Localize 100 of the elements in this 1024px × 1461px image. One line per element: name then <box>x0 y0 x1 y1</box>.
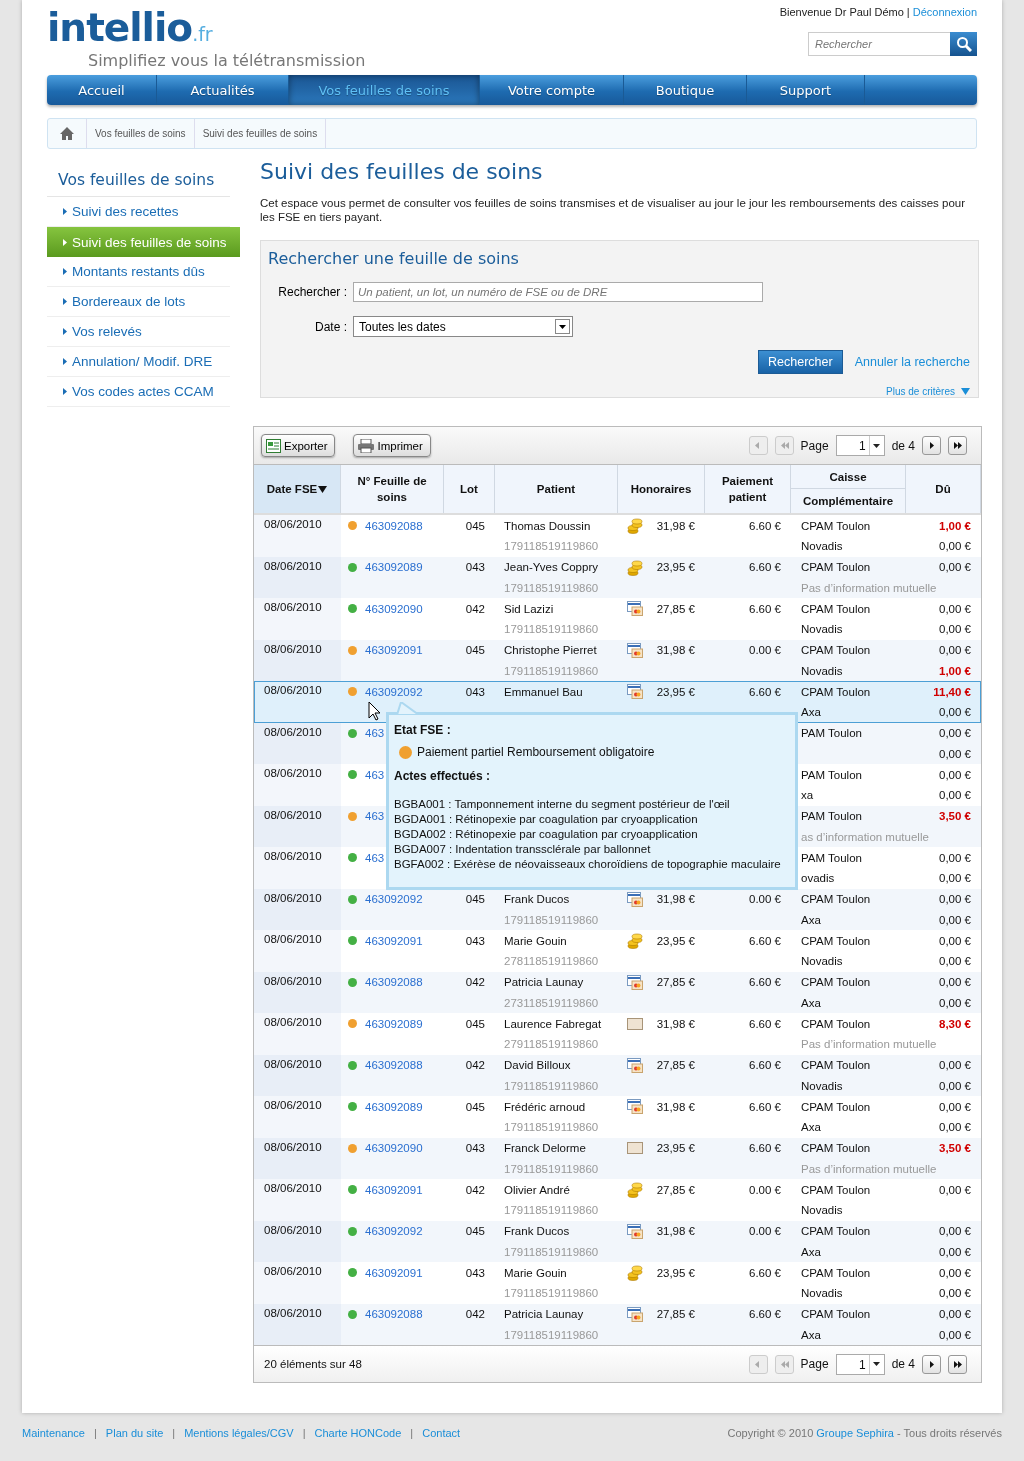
search-button[interactable] <box>950 32 977 56</box>
fees-cell: 27,85 € <box>656 1059 695 1071</box>
column-header[interactable]: Patient <box>495 465 618 513</box>
last-page-button[interactable] <box>948 1354 967 1374</box>
patient-name: Olivier André <box>504 1183 570 1196</box>
sheet-number-link[interactable]: 463 <box>365 768 385 781</box>
payment-cell: 6.60 € <box>749 934 781 947</box>
logout-link[interactable]: Déconnexion <box>912 6 977 18</box>
sheet-number-link[interactable]: 463092088 <box>365 976 423 988</box>
footer-link[interactable]: Maintenance <box>22 1427 85 1439</box>
lot-cell: 045 <box>465 893 485 905</box>
triangle-icon <box>63 238 67 246</box>
sheet-number-link[interactable]: 463092092 <box>365 893 423 905</box>
next-page-button[interactable] <box>922 1354 941 1374</box>
nav-tab[interactable]: Votre compte <box>480 75 624 105</box>
welcome-text: Bienvenue Dr Paul Démo <box>779 6 904 18</box>
page-select[interactable]: 1 <box>835 1353 885 1375</box>
footer-link[interactable]: Plan du site <box>105 1427 164 1439</box>
sheet-number-link[interactable]: 463 <box>365 851 385 864</box>
date-cell: 08/06/2010 <box>264 642 322 655</box>
amount-due: 1,00 € <box>939 664 971 677</box>
lot-cell: 043 <box>465 1266 485 1279</box>
sidebar-link[interactable]: Montants restants dûs <box>47 257 230 287</box>
column-header[interactable]: N° Feuille de soins <box>341 465 444 513</box>
breadcrumb-link[interactable]: Vos feuilles de soins <box>87 119 195 148</box>
sidebar-link[interactable]: Suivi des feuilles de soins <box>47 227 240 257</box>
date-cell: 08/06/2010 <box>264 891 322 904</box>
nav-tab[interactable]: Accueil <box>47 75 157 105</box>
amount-due: 0,00 € <box>939 976 971 988</box>
column-header[interactable]: Complémentaire <box>791 489 906 513</box>
logo[interactable]: intellio.fr <box>47 8 366 47</box>
date-cell: 08/06/2010 <box>264 518 322 530</box>
breadcrumb-link[interactable]: Suivi des feuilles de soins <box>194 119 327 148</box>
next-page-button[interactable] <box>922 436 941 455</box>
triangle-icon <box>63 358 67 365</box>
lot-cell: 043 <box>465 934 485 947</box>
sheet-number-link[interactable]: 463092092 <box>365 685 423 698</box>
coins-icon <box>627 517 643 534</box>
patient-id: 179118519119860 <box>504 1162 599 1175</box>
search-button[interactable]: Rechercher <box>758 350 843 374</box>
sheet-number-link[interactable]: 463092089 <box>365 1017 423 1030</box>
sidebar-link[interactable]: Vos codes actes CCAM <box>47 377 230 407</box>
insurer-cell: Axa <box>801 913 821 926</box>
footer-link[interactable]: Charte HONCode <box>314 1427 402 1439</box>
export-button[interactable]: Exporter <box>261 434 336 457</box>
sidebar-link[interactable]: Vos relevés <box>47 317 230 347</box>
insurer-cell: PAM Toulon <box>801 768 862 781</box>
nav-tab[interactable]: Vos feuilles de soins <box>289 75 480 105</box>
tagline: Simplifiez vous la télétransmission <box>88 51 366 70</box>
sheet-number-link[interactable]: 463092090 <box>365 1142 423 1154</box>
column-header[interactable]: Date FSE <box>254 465 341 513</box>
patient-id: 179118519119860 <box>504 1328 599 1341</box>
amount-due: 0,00 € <box>939 602 971 615</box>
sheet-number-link[interactable]: 463092091 <box>365 1266 423 1279</box>
search-field[interactable]: Rechercher <box>808 32 950 56</box>
date-cell: 08/06/2010 <box>264 725 322 738</box>
company-link[interactable]: Groupe Sephira <box>816 1427 894 1439</box>
triangle-icon <box>63 298 67 305</box>
nav-tab[interactable]: Boutique <box>624 75 747 105</box>
amount-due: 3,50 € <box>939 810 971 822</box>
column-header[interactable]: Caisse <box>791 465 906 489</box>
sheet-number-link[interactable]: 463092090 <box>365 602 423 615</box>
nav-tab[interactable]: Support <box>747 75 865 105</box>
amount-due: 0,00 € <box>939 1287 971 1300</box>
column-header[interactable]: Paiement patient <box>705 465 791 513</box>
footer-link[interactable]: Mentions légales/CGV <box>184 1427 294 1439</box>
insurer-cell: Axa <box>801 1328 821 1341</box>
payment-cell: 0.00 € <box>749 644 781 656</box>
column-header[interactable]: Dû <box>906 465 981 513</box>
sheet-number-link[interactable]: 463092088 <box>365 1308 423 1320</box>
sheet-number-link[interactable]: 463092091 <box>365 934 423 947</box>
lot-cell: 045 <box>465 519 485 532</box>
insurer-cell: Novadis <box>801 955 843 968</box>
sheet-number-link[interactable]: 463092092 <box>365 1225 423 1237</box>
page-select[interactable]: 1 <box>835 435 885 456</box>
card-icon <box>627 1223 643 1239</box>
date-cell: 08/06/2010 <box>264 1140 322 1153</box>
more-criteria-link[interactable]: Plus de critères <box>886 386 955 397</box>
sheet-number-link[interactable]: 463092089 <box>365 1100 423 1113</box>
print-button[interactable]: Imprimer <box>353 434 431 457</box>
sheet-number-link[interactable]: 463092088 <box>365 519 423 532</box>
sheet-number-link[interactable]: 463092089 <box>365 561 423 573</box>
patient-id: 179118519119860 <box>504 581 599 594</box>
sheet-number-link[interactable]: 463092091 <box>365 1183 423 1196</box>
sidebar-link[interactable]: Annulation/ Modif. DRE <box>47 347 230 377</box>
search-input[interactable]: Un patient, un lot, un numéro de FSE ou de DRE <box>353 282 763 302</box>
sidebar-link[interactable]: Bordereaux de lots <box>47 287 230 317</box>
tooltip-heading: Etat FSE : <box>394 723 452 737</box>
sheet-number-link[interactable]: 463 <box>365 810 385 822</box>
coins-icon <box>627 558 643 576</box>
date-select[interactable]: Toutes les dates <box>353 316 573 337</box>
cancel-link[interactable]: Annuler la recherche <box>854 355 970 369</box>
column-header[interactable]: Honoraires <box>618 465 705 513</box>
last-page-button[interactable] <box>948 436 967 455</box>
footer-link[interactable]: Contact <box>422 1427 461 1439</box>
column-header[interactable]: Lot <box>444 465 495 513</box>
sheet-number-link[interactable]: 463092088 <box>365 1059 423 1071</box>
payment-cell: 6.60 € <box>749 602 781 615</box>
sheet-number-link[interactable]: 463092091 <box>365 644 423 656</box>
sheet-number-link[interactable]: 463 <box>365 727 385 739</box>
